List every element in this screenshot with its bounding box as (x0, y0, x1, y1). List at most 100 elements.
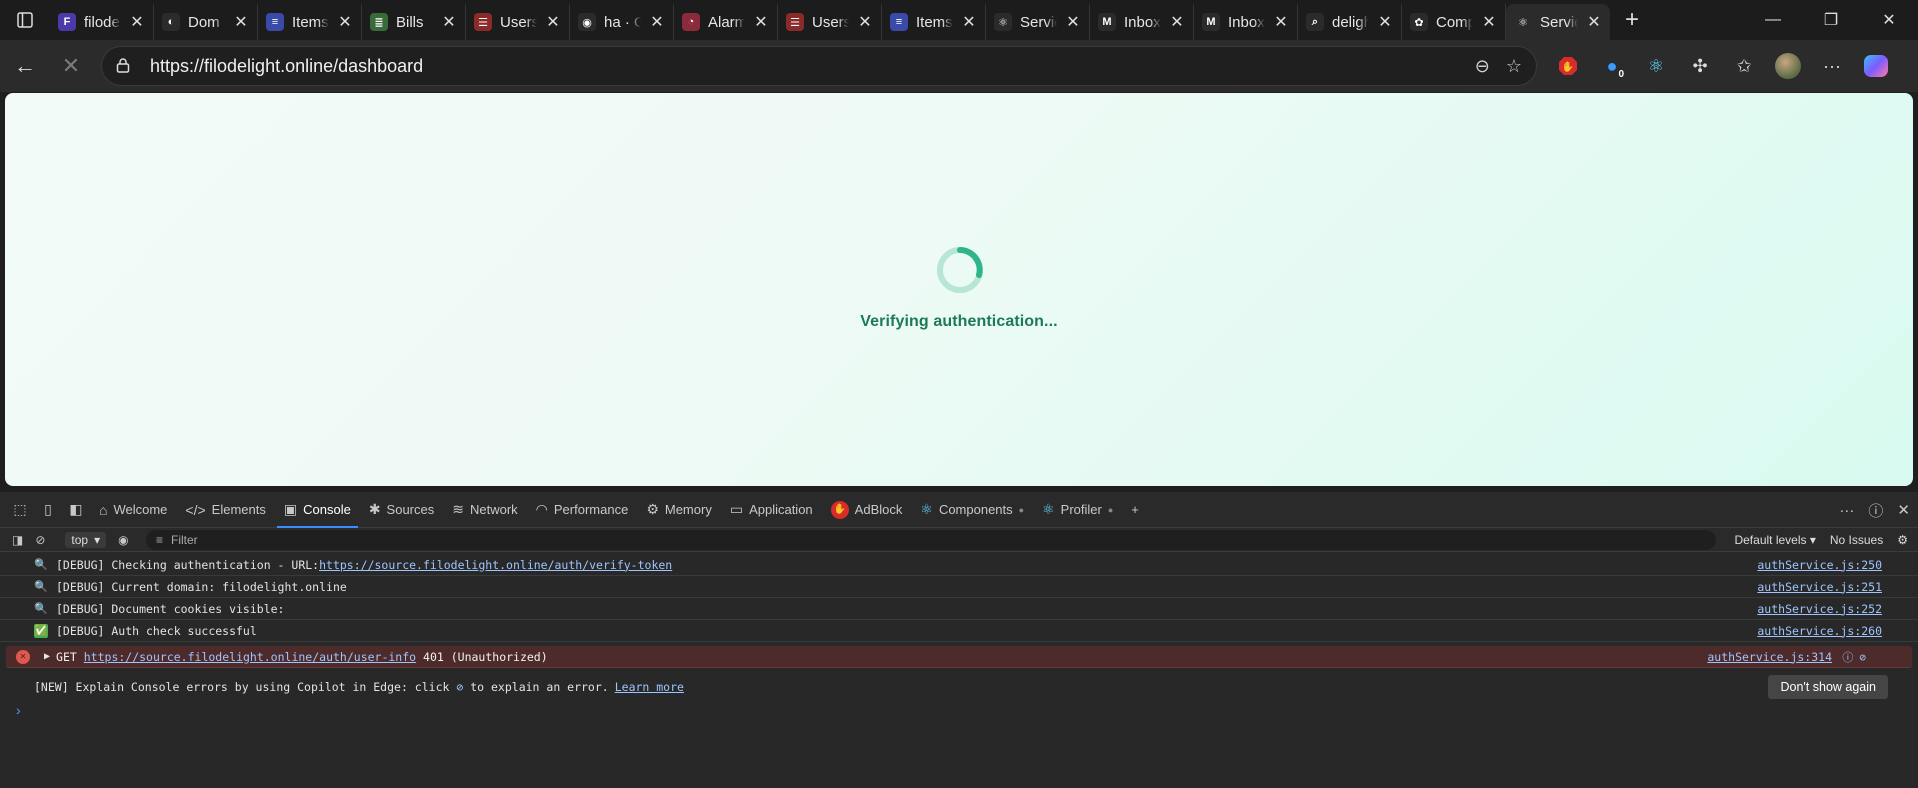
log-link[interactable]: https://source.filodelight.online/auth/v… (319, 558, 672, 572)
tab-close-icon[interactable]: ✕ (233, 12, 249, 32)
devtools-tab-performance[interactable]: ◠ Performance (527, 492, 638, 528)
expand-triangle-icon[interactable]: ▶ (44, 651, 50, 662)
browser-tab[interactable]: M Inbox ✕ (1090, 4, 1194, 40)
page-viewport: Verifying authentication... (5, 93, 1913, 486)
log-source-link[interactable]: authService.js:250 (1757, 558, 1882, 572)
close-devtools-icon[interactable]: ✕ (1897, 501, 1910, 519)
devtools-tab-adblock[interactable]: ✋ AdBlock (822, 492, 912, 528)
browser-tab[interactable]: M Inbox ✕ (1194, 4, 1298, 40)
tab-actions-button[interactable] (0, 0, 50, 40)
tab-close-icon[interactable]: ✕ (545, 12, 561, 32)
devtools-tab-components[interactable]: ⚛ Components ● (911, 492, 1033, 528)
tab-close-icon[interactable]: ✕ (1377, 12, 1393, 32)
more-tools-button[interactable]: + (1122, 492, 1148, 528)
browser-tab[interactable]: ⚛ Services ✕ (986, 4, 1090, 40)
browser-tab[interactable]: ≡ Items ✕ (258, 4, 362, 40)
browser-tab[interactable]: ◔ Alarms ✕ (674, 4, 778, 40)
restore-button[interactable]: ❐ (1802, 0, 1860, 40)
zoom-out-icon[interactable]: ⊖ (1475, 56, 1490, 77)
adblock-extension-button[interactable]: ✋ (1546, 46, 1590, 86)
tab-close-icon[interactable]: ✕ (649, 12, 665, 32)
context-select[interactable]: top ▾ (65, 531, 107, 548)
url-text[interactable]: https://filodelight.online/dashboard (150, 56, 1475, 77)
devtools-tab-profiler[interactable]: ⚛ Profiler ● (1033, 492, 1122, 528)
favorites-button[interactable]: ✩ (1722, 46, 1766, 86)
log-levels-dropdown[interactable]: Default levels ▾ (1734, 533, 1815, 547)
issues-counter[interactable]: No Issues (1830, 533, 1883, 547)
site-info-icon[interactable] (116, 57, 138, 76)
profile-button[interactable] (1766, 46, 1810, 86)
clear-console-icon[interactable]: ⊘ (35, 533, 45, 547)
dock-side-icon[interactable]: ◧ (62, 492, 90, 528)
more-options-icon[interactable]: ··· (1839, 502, 1854, 519)
settings-more-button[interactable]: ··· (1810, 46, 1854, 86)
tab-close-icon[interactable]: ✕ (337, 12, 353, 32)
devtools-tab-network[interactable]: ≋ Network (443, 492, 526, 528)
live-expression-eye-icon[interactable]: ◉ (118, 533, 128, 547)
help-icon[interactable]: ⓘ (1868, 500, 1883, 521)
close-window-button[interactable]: ✕ (1860, 0, 1918, 40)
error-request-link[interactable]: https://source.filodelight.online/auth/u… (84, 650, 416, 664)
tab-close-icon[interactable]: ✕ (961, 12, 977, 32)
react-devtools-extension-button[interactable]: ⚛ (1634, 46, 1678, 86)
svg-text:✋: ✋ (1562, 60, 1574, 73)
tab-close-icon[interactable]: ✕ (1065, 12, 1081, 32)
devtools-tab-memory[interactable]: ⚙ Memory (637, 492, 721, 528)
copilot-button[interactable] (1854, 46, 1898, 86)
browser-tab[interactable]: ✿ Components ✕ (1402, 4, 1506, 40)
devtools-tab-application[interactable]: ▭ Application (721, 492, 822, 528)
devtools-tab-sources[interactable]: ✱ Sources (360, 492, 443, 528)
browser-tab[interactable]: Ffilodelight ✕ (50, 4, 154, 40)
minimize-button[interactable]: — (1744, 0, 1802, 40)
device-toolbar-icon[interactable]: ▯ (34, 492, 62, 528)
browser-tab[interactable]: ◉ ha · GitHub ✕ (570, 4, 674, 40)
tab-close-icon[interactable]: ✕ (753, 12, 769, 32)
back-button[interactable]: ← (4, 46, 46, 86)
devtools-tab-icon: ≋ (452, 501, 464, 517)
browser-tab[interactable]: ≣ Bills ✕ (362, 4, 466, 40)
address-bar[interactable]: https://filodelight.online/dashboard ⊖ ☆ (101, 46, 1537, 86)
learn-more-link[interactable]: Learn more (615, 680, 684, 694)
devtools-tab-icon: ✱ (368, 501, 381, 517)
tab-close-icon[interactable]: ✕ (129, 12, 145, 32)
tab-close-icon[interactable]: ✕ (857, 12, 873, 32)
tab-close-icon[interactable]: ✕ (1586, 12, 1602, 32)
browser-tab[interactable]: ⚛ Services ✕ (1506, 4, 1610, 40)
browser-tab[interactable]: ≡ Items ✕ (882, 4, 986, 40)
inspect-element-icon[interactable]: ⬚ (6, 492, 34, 528)
tab-favicon-icon: ☰ (474, 13, 492, 31)
browser-tab[interactable]: ☰ Users ✕ (778, 4, 882, 40)
tab-close-icon[interactable]: ✕ (1481, 12, 1497, 32)
stop-button[interactable]: ✕ (50, 46, 92, 86)
copilot-explain-icon[interactable]: ⊘ (1859, 651, 1872, 664)
tab-close-icon[interactable]: ✕ (441, 12, 457, 32)
devtools-tab-console[interactable]: ▣ Console (275, 492, 360, 528)
log-source-link[interactable]: authService.js:252 (1757, 602, 1882, 616)
devtools-tab-welcome[interactable]: ⌂ Welcome (90, 492, 176, 528)
devtools-tab-icon: ✋ (830, 500, 849, 519)
browser-tab[interactable]: ☰ Users ✕ (466, 4, 570, 40)
error-source-link[interactable]: authService.js:314 (1707, 650, 1832, 664)
console-prompt[interactable]: › (16, 702, 21, 718)
console-log-row: ✅ [DEBUG] Auth check successful authServic… (0, 620, 1918, 642)
favorite-star-icon[interactable]: ☆ (1506, 56, 1522, 77)
dont-show-again-button[interactable]: Don't show again (1768, 675, 1888, 699)
log-source-link[interactable]: authService.js:260 (1757, 624, 1882, 638)
log-message: [DEBUG] Current domain: filodelight.onli… (56, 579, 347, 594)
tab-close-icon[interactable]: ✕ (1273, 12, 1289, 32)
browser-tab[interactable]: ⌕ delight ✕ (1298, 4, 1402, 40)
sidebar-toggle-icon[interactable]: ◨ (12, 533, 23, 547)
log-source-link[interactable]: authService.js:251 (1757, 580, 1882, 594)
console-filter-input[interactable]: ≡ Filter (146, 530, 1716, 550)
devtools-tab-elements[interactable]: </> Elements (176, 492, 274, 528)
console-settings-gear-icon[interactable]: ⚙ (1897, 533, 1908, 547)
info-icon[interactable]: ⓘ (1842, 651, 1859, 664)
ghostery-extension-button[interactable]: ● 0 (1590, 46, 1634, 86)
tab-close-icon[interactable]: ✕ (1169, 12, 1185, 32)
devtools-tab-label: Profiler (1060, 502, 1102, 517)
error-status: 401 (Unauthorized) (423, 649, 548, 664)
extensions-button[interactable]: ✣ (1678, 46, 1722, 86)
browser-tab[interactable]: ◐ Dom ✕ (154, 4, 258, 40)
new-tab-button[interactable]: + (1612, 2, 1652, 38)
ghost-icon: ● (1606, 55, 1618, 76)
